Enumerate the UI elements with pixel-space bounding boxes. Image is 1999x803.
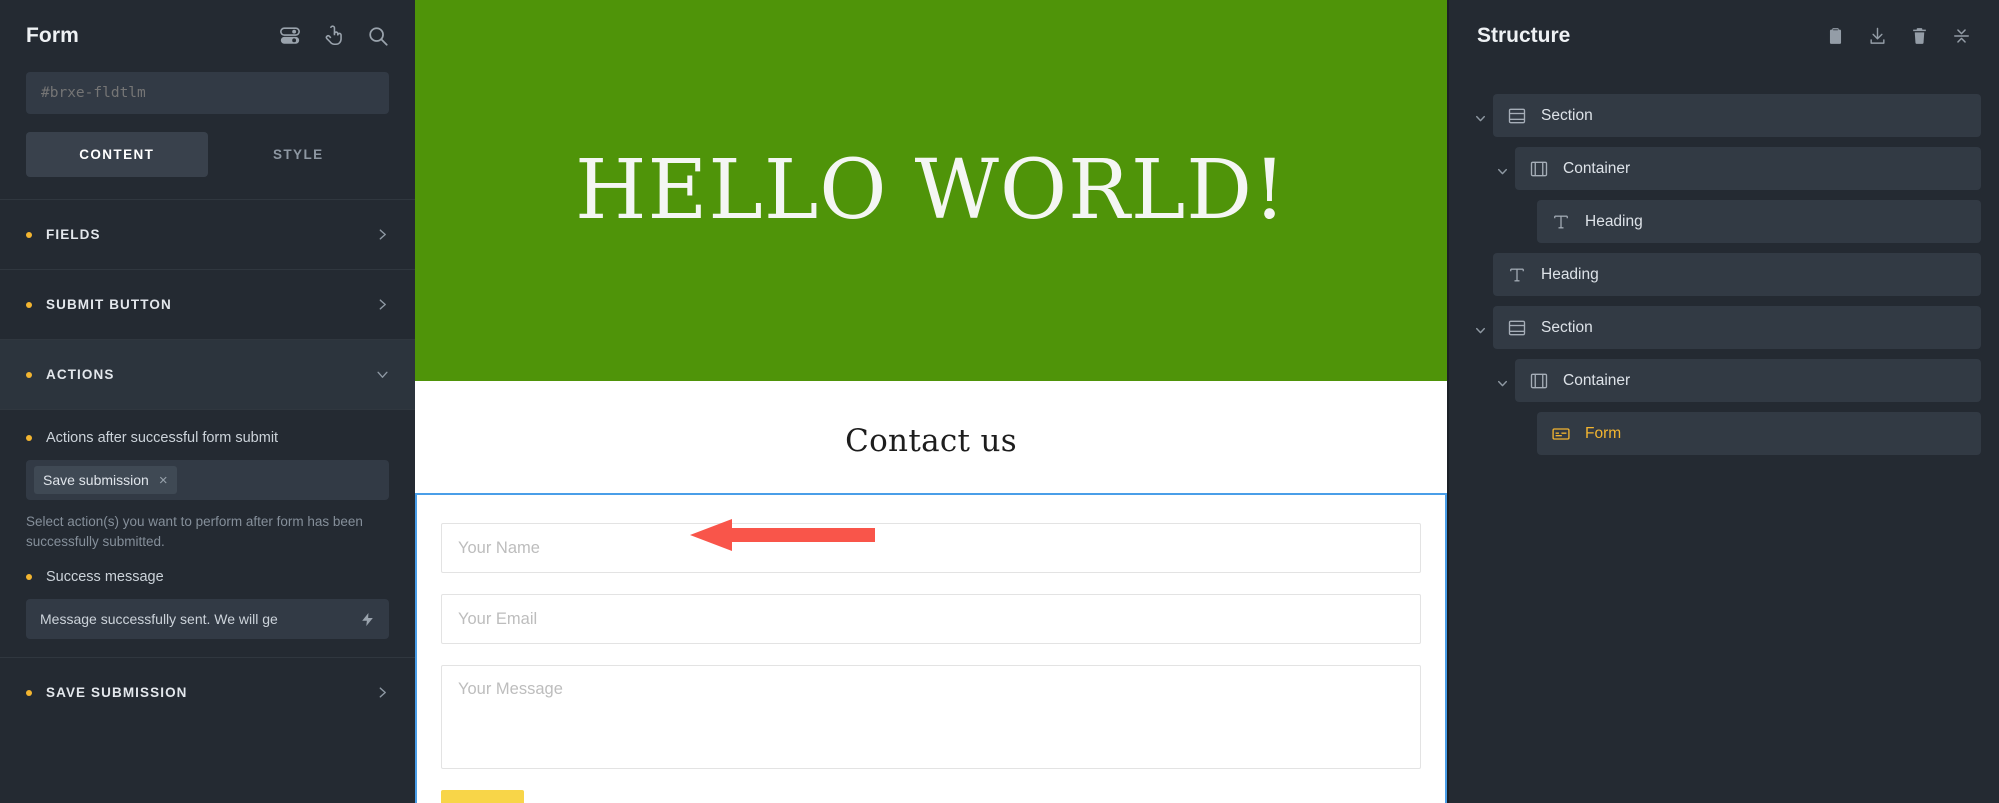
clipboard-paste-icon[interactable] xyxy=(1826,26,1845,46)
section-icon xyxy=(1507,318,1527,338)
accordion-label-fields: FIELDS xyxy=(46,227,101,242)
tab-style[interactable]: STYLE xyxy=(208,132,390,177)
accordion-header-submit-button[interactable]: SUBMIT BUTTON xyxy=(0,269,415,339)
chevron-down-icon xyxy=(376,368,389,381)
element-id-input[interactable] xyxy=(26,72,389,114)
tree-label: Heading xyxy=(1585,212,1643,230)
form-icon xyxy=(1551,424,1571,444)
trash-delete-icon[interactable] xyxy=(1910,26,1929,46)
accordion-label-save-submission: SAVE SUBMISSION xyxy=(46,685,188,701)
accordion-body-actions: Actions after successful form submit Sav… xyxy=(0,409,415,657)
contact-heading[interactable]: Contact us xyxy=(845,423,1017,459)
element-settings-panel: Form #brxe-fldtlm CONTENT STYLE FIELDS S… xyxy=(0,0,415,803)
tree-item: Heading xyxy=(1511,200,1981,248)
chevron-right-icon xyxy=(376,228,389,241)
actions-field-label-row: Actions after successful form submit xyxy=(26,430,389,446)
control-bullet-icon xyxy=(26,574,32,581)
section-bullet-icon xyxy=(26,689,32,696)
control-bullet-icon xyxy=(26,435,32,441)
accordion-header-fields[interactable]: FIELDS xyxy=(0,199,415,269)
accordion-label-actions: ACTIONS xyxy=(46,367,115,382)
tab-content[interactable]: CONTENT xyxy=(26,132,208,177)
settings-toggle-icon[interactable] xyxy=(279,25,301,47)
tree-row-section[interactable]: Section xyxy=(1493,94,1981,137)
tree-label: Container xyxy=(1563,159,1631,177)
tree-item: Section xyxy=(1467,94,1981,142)
tree-item: Heading xyxy=(1467,253,1981,301)
tree-label: Form xyxy=(1585,424,1622,442)
remove-chip-icon[interactable]: × xyxy=(159,473,168,488)
structure-panel: Structure Section Container Heading Head… xyxy=(1447,0,1999,803)
success-message-input[interactable] xyxy=(40,611,360,628)
chevron-down-icon[interactable] xyxy=(1467,324,1493,337)
container-icon xyxy=(1529,159,1549,179)
chevron-down-icon[interactable] xyxy=(1489,377,1515,390)
tree-label: Section xyxy=(1541,106,1593,124)
tree-row-heading[interactable]: Heading xyxy=(1537,200,1981,243)
tree-row-container[interactable]: Container xyxy=(1515,147,1981,190)
success-message-field xyxy=(26,599,389,640)
settings-tabs: CONTENT STYLE xyxy=(0,114,415,177)
tree-label: Heading xyxy=(1541,265,1599,283)
tree-row-container[interactable]: Container xyxy=(1515,359,1981,402)
panel-header: Form xyxy=(0,0,415,72)
action-chip-label: Save submission xyxy=(43,472,149,488)
panel-title: Form xyxy=(26,24,79,47)
success-message-label: Success message xyxy=(46,569,164,586)
tree-item: Container xyxy=(1489,147,1981,195)
lightning-bolt-icon[interactable] xyxy=(360,611,375,628)
tree-item: Container xyxy=(1489,359,1981,407)
structure-panel-icons xyxy=(1826,26,1971,46)
tree-label: Container xyxy=(1563,371,1631,389)
structure-tree: Section Container Heading Heading Sectio… xyxy=(1449,72,1999,465)
section-bullet-icon xyxy=(26,371,32,378)
message-field[interactable]: Your Message xyxy=(441,665,1421,769)
chevron-right-icon xyxy=(376,298,389,311)
structure-panel-header: Structure xyxy=(1449,0,1999,72)
section-bullet-icon xyxy=(26,231,32,238)
chevron-down-icon[interactable] xyxy=(1467,112,1493,125)
panel-header-icons xyxy=(279,25,389,47)
tree-row-heading[interactable]: Heading xyxy=(1493,253,1981,296)
send-button[interactable]: Send xyxy=(441,790,524,803)
structure-panel-title: Structure xyxy=(1477,24,1571,47)
actions-field-label: Actions after successful form submit xyxy=(46,430,279,446)
hero-section[interactable]: HELLO WORLD! xyxy=(415,0,1447,381)
text-t-icon xyxy=(1551,212,1571,232)
builder-app: Form #brxe-fldtlm CONTENT STYLE FIELDS S… xyxy=(0,0,1999,803)
contact-form[interactable]: Your Name Your Email Your Message Send xyxy=(415,493,1447,803)
tree-item: Section xyxy=(1467,306,1981,354)
page-canvas: HELLO WORLD! Contact us Your Name Your E… xyxy=(415,0,1447,803)
text-t-icon xyxy=(1507,265,1527,285)
email-field[interactable]: Your Email xyxy=(441,594,1421,644)
settings-accordion-list: FIELDS SUBMIT BUTTON ACTIONS Actions aft… xyxy=(0,199,415,803)
chevron-down-icon[interactable] xyxy=(1489,165,1515,178)
section-bullet-icon xyxy=(26,301,32,308)
tree-label: Section xyxy=(1541,318,1593,336)
action-chip-save-submission[interactable]: Save submission × xyxy=(34,466,177,494)
tree-item: Form xyxy=(1511,412,1981,460)
container-icon xyxy=(1529,371,1549,391)
tree-row-section[interactable]: Section xyxy=(1493,306,1981,349)
success-message-label-row: Success message xyxy=(26,569,389,585)
actions-help-text: Select action(s) you want to perform aft… xyxy=(26,514,363,549)
accordion-header-actions[interactable]: ACTIONS xyxy=(0,339,415,409)
hero-heading[interactable]: HELLO WORLD! xyxy=(575,149,1287,232)
element-id-row xyxy=(0,72,415,114)
actions-multiselect[interactable]: Save submission × xyxy=(26,460,389,500)
chevron-right-icon xyxy=(376,686,389,699)
pointer-interactions-icon[interactable] xyxy=(323,25,345,47)
accordion-label-submit-button: SUBMIT BUTTON xyxy=(46,297,172,312)
download-import-icon[interactable] xyxy=(1868,26,1887,46)
section-icon xyxy=(1507,106,1527,126)
accordion-header-save-submission[interactable]: SAVE SUBMISSION xyxy=(0,657,415,727)
name-field[interactable]: Your Name xyxy=(441,523,1421,573)
tree-row-form[interactable]: Form xyxy=(1537,412,1981,455)
collapse-all-icon[interactable] xyxy=(1952,26,1971,46)
contact-heading-section[interactable]: Contact us xyxy=(415,381,1447,493)
search-icon[interactable] xyxy=(367,25,389,47)
